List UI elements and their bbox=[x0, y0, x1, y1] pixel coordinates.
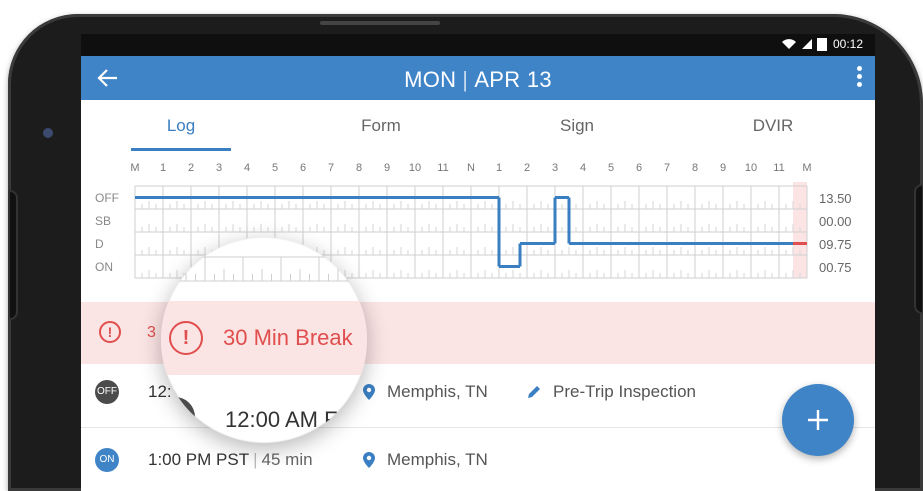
total-on: 00.75 bbox=[819, 260, 852, 275]
tab-sign[interactable]: Sign bbox=[527, 100, 627, 152]
status-badge-on: ON bbox=[95, 448, 119, 472]
entry-time: 1:00 PM PST | 45 min bbox=[148, 450, 313, 469]
status-bar: 00:12 bbox=[81, 34, 875, 56]
battery-icon bbox=[816, 37, 827, 51]
tab-form[interactable]: Form bbox=[331, 100, 431, 152]
magnified-entry-time: 12:00 AM F bbox=[225, 407, 338, 432]
divider bbox=[81, 427, 875, 428]
status-clock: 00:12 bbox=[832, 37, 863, 51]
total-off: 13.50 bbox=[819, 191, 852, 206]
side-button-right bbox=[914, 184, 923, 314]
active-tab-indicator bbox=[131, 148, 231, 151]
alert-text: 3 bbox=[147, 324, 156, 341]
signal-icon bbox=[801, 39, 812, 49]
pencil-icon bbox=[528, 386, 540, 398]
magnified-alert: ! 30 Min Break bbox=[161, 301, 367, 375]
camera-sensor bbox=[43, 128, 53, 138]
location-pin-icon bbox=[363, 384, 375, 400]
magnifier-lens: ! 30 Min Break 12:00 AM F bbox=[161, 237, 367, 443]
more-options-icon[interactable] bbox=[857, 66, 863, 90]
magnified-alert-text: 30 Min Break bbox=[223, 325, 353, 350]
wifi-icon bbox=[781, 39, 796, 49]
tab-dvir[interactable]: DVIR bbox=[723, 100, 823, 152]
page-title: MON | APR 13 bbox=[404, 67, 552, 92]
tab-log[interactable]: Log bbox=[131, 100, 231, 152]
plus-icon bbox=[808, 410, 828, 430]
status-badge-off: OFF bbox=[95, 380, 119, 404]
list-item[interactable]: ON 1:00 PM PST | 45 min Memphis, TN bbox=[81, 446, 875, 491]
location-pin-icon bbox=[363, 452, 375, 468]
entry-location: Memphis, TN bbox=[387, 382, 488, 401]
total-sb: 00.00 bbox=[819, 214, 852, 229]
add-entry-button[interactable] bbox=[782, 384, 854, 456]
magnified-grid bbox=[161, 256, 367, 282]
total-d: 09.75 bbox=[819, 237, 852, 252]
alert-icon: ! bbox=[169, 321, 203, 355]
entry-note: Pre-Trip Inspection bbox=[553, 382, 696, 401]
speaker-slot bbox=[320, 21, 440, 25]
entry-location: Memphis, TN bbox=[387, 450, 488, 469]
alert-icon: ! bbox=[99, 321, 121, 343]
tab-bar: Log Form Sign DVIR bbox=[81, 100, 875, 152]
title-date: APR 13 bbox=[474, 67, 552, 92]
title-day: MON bbox=[404, 67, 457, 92]
side-button-left bbox=[8, 190, 18, 320]
app-bar: MON | APR 13 bbox=[81, 56, 875, 100]
